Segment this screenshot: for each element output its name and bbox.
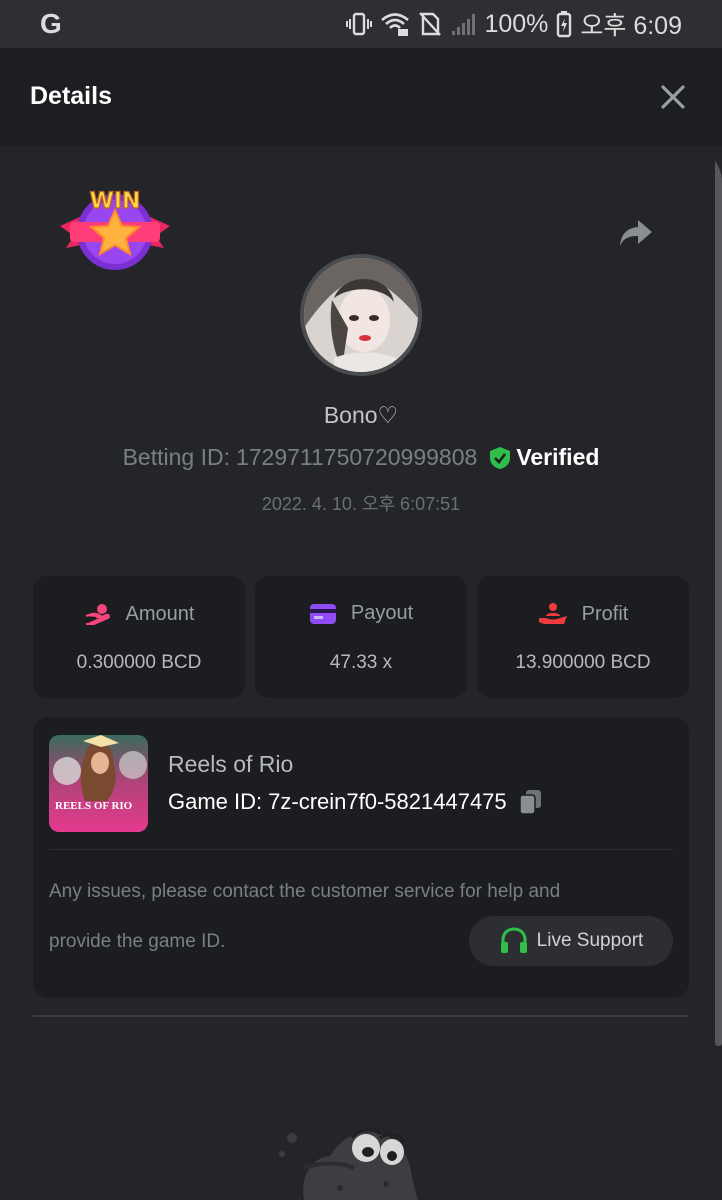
help-text-line2: provide the game ID. [49,931,226,952]
betting-id-label: Betting ID: [122,444,230,470]
no-sim-icon [419,12,442,36]
scrollbar[interactable] [715,146,722,1046]
wifi-icon [381,13,410,36]
game-id-row: Game ID: 7z-crein7f0-5821447475 [168,789,543,815]
payout-value: 47.33 x [329,652,393,673]
hand-coin-icon [85,604,110,625]
profit-label: Profit [581,602,629,625]
avatar-image [304,258,418,372]
game-thumb-title: REELS OF RIO [55,800,133,812]
headset-icon [500,927,527,953]
details-header: Details [0,48,722,146]
live-support-button[interactable]: Live Support [469,916,673,966]
details-sheet: WIN Bono♡ Betting ID: 172971175072099980… [0,146,722,1200]
game-id-label: Game ID: [168,789,263,814]
win-badge-icon: WIN [60,188,170,270]
copy-icon[interactable] [518,789,543,815]
profit-value: 13.900000 BCD [515,652,651,673]
avatar [300,254,422,376]
card-icon [309,603,336,624]
game-card: REELS OF RIO Reels of Rio Game ID: 7z-cr… [33,717,689,998]
game-card-divider [49,849,673,850]
game-thumbnail[interactable]: REELS OF RIO [49,735,148,832]
game-thumbnail-image: REELS OF RIO [49,735,148,832]
status-bar: G 100% 오후 6:09 [0,0,722,48]
profit-card: Profit 13.900000 BCD [477,576,689,698]
amount-label: Amount [125,602,195,625]
verified-label: Verified [516,444,600,470]
battery-charging-icon [557,11,572,38]
help-text-line1: Any issues, please contact the customer … [49,881,561,902]
bet-timestamp: 2022. 4. 10. 오후 6:07:51 [261,494,461,514]
amount-card: Amount 0.300000 BCD [33,576,245,698]
live-support-label: Live Support [536,930,644,951]
crocodile-mascot-icon [279,1127,418,1200]
vibrate-icon [346,12,373,36]
share-icon[interactable] [618,218,654,248]
amount-value: 0.300000 BCD [76,652,202,673]
section-divider [33,1015,689,1017]
payout-label: Payout [350,602,414,624]
page-title: Details [30,82,112,110]
betting-id-row: Betting ID: 1729711750720999808 Verified [0,444,722,471]
hand-person-icon [538,603,567,624]
username: Bono♡ [323,402,399,428]
clock: 오후 6:09 [580,12,682,40]
game-title[interactable]: Reels of Rio [168,751,293,778]
win-badge-text: WIN [90,189,141,214]
close-icon[interactable] [660,84,686,110]
game-id-value: 7z-crein7f0-5821447475 [268,789,507,814]
google-app-icon: G [40,8,62,39]
signal-icon [452,14,476,35]
payout-card: Payout 47.33 x [255,576,467,698]
betting-id-value: 1729711750720999808 [235,444,478,470]
battery-percent: 100% [484,9,549,38]
status-icons: 100% 오후 6:09 [346,9,682,40]
verified-shield-icon [490,446,511,469]
